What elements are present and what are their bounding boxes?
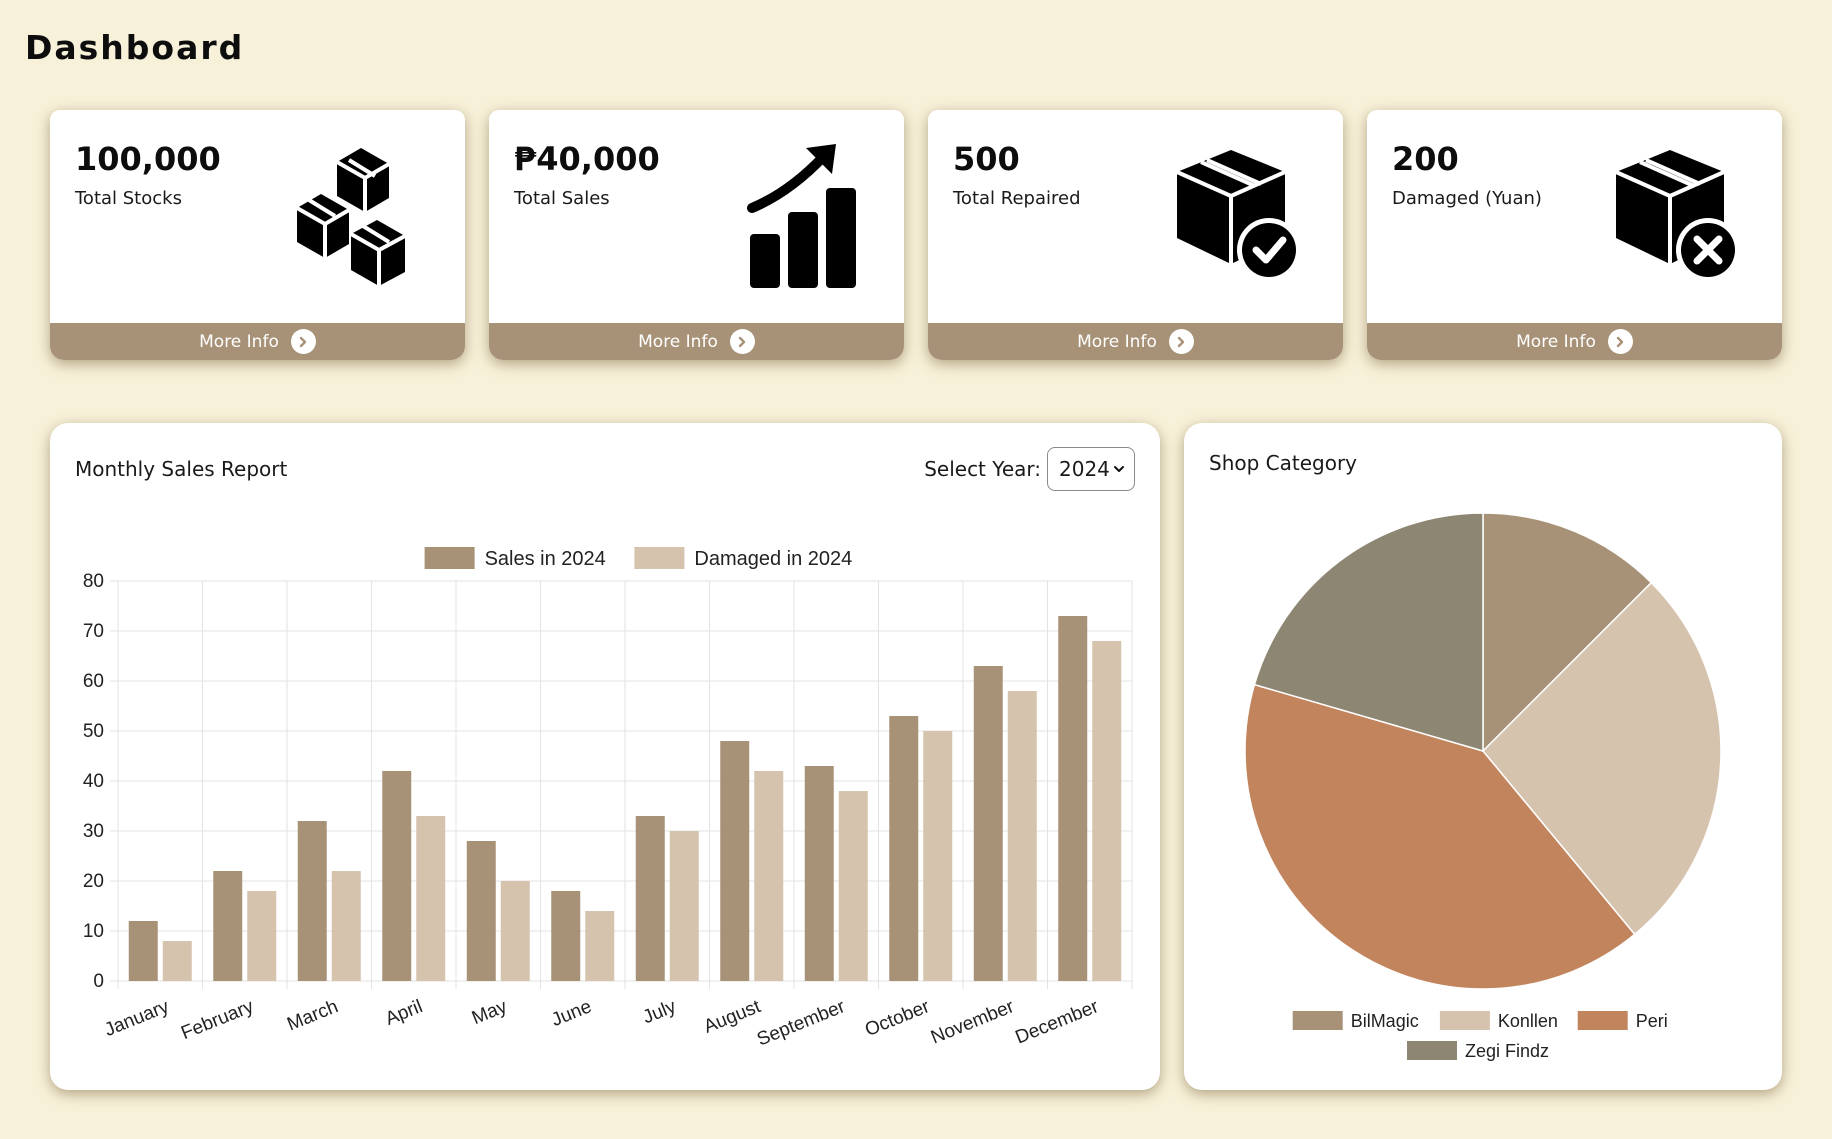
sales-bar[interactable] (973, 666, 1003, 981)
x-tick-label: February (178, 996, 257, 1044)
damaged-bar[interactable] (1007, 691, 1037, 981)
more-info-button[interactable]: More Info (489, 323, 904, 360)
damaged-bar[interactable] (416, 816, 446, 981)
sales-bar[interactable] (466, 841, 496, 981)
card-value: 100,000 (75, 140, 221, 178)
legend-label: Peri (1636, 1011, 1668, 1031)
select-year-label: Select Year: (924, 457, 1041, 481)
total-stocks-card: 100,000 Total Stocks More Info (50, 110, 465, 360)
total-sales-card: ₱40,000 Total Sales More Info (489, 110, 904, 360)
selected-year: 2024 (1059, 457, 1110, 481)
card-value: 200 (1392, 140, 1459, 178)
x-tick-label: December (1012, 996, 1102, 1049)
chevron-right-icon (1168, 329, 1194, 354)
pie-legend: BilMagic Konllen Peri Zegi Findz (1292, 1011, 1668, 1061)
sales-bar[interactable] (213, 871, 243, 981)
sales-bar[interactable] (720, 741, 750, 981)
sales-bar[interactable] (889, 716, 919, 981)
x-tick-label: March (284, 996, 341, 1035)
damaged-bar[interactable] (162, 941, 192, 981)
x-tick-label: September (754, 996, 849, 1051)
more-info-label: More Info (638, 331, 718, 352)
damaged-bar[interactable] (838, 791, 868, 981)
shop-category-panel: BilMagic Konllen Peri Zegi Findz Shop Categ… (1184, 423, 1782, 1090)
page-title: Dashboard (25, 28, 245, 67)
damaged-bar[interactable] (247, 891, 277, 981)
monthly-sales-chart: 0 10 20 30 40 50 60 70 80 January February March Apr… (83, 547, 1133, 1051)
damaged-card: 200 Damaged (Yuan) More Info (1367, 110, 1782, 360)
y-tick-label: 40 (83, 771, 104, 792)
chevron-right-icon (1607, 329, 1633, 354)
damaged-bar[interactable] (669, 831, 699, 981)
x-tick-label: January (102, 996, 173, 1041)
damaged-bar[interactable] (500, 881, 530, 981)
legend-swatch[interactable] (634, 547, 685, 569)
sales-report-title: Monthly Sales Report (75, 457, 288, 481)
summary-cards: 100,000 Total Stocks More Info ₱40,000 T… (50, 110, 1782, 360)
legend-label: BilMagic (1351, 1011, 1419, 1031)
y-tick-label: 70 (83, 621, 104, 642)
x-tick-label: April (383, 996, 426, 1030)
y-tick-label: 10 (83, 921, 104, 942)
y-tick-label: 30 (83, 821, 104, 842)
card-value: ₱40,000 (514, 140, 660, 178)
y-tick-label: 20 (83, 871, 104, 892)
damaged-bar[interactable] (1092, 641, 1122, 981)
x-tick-label: June (549, 996, 595, 1031)
more-info-button[interactable]: More Info (50, 323, 465, 360)
sales-bar[interactable] (382, 771, 412, 981)
more-info-button[interactable]: More Info (928, 323, 1343, 360)
damaged-bar[interactable] (585, 911, 615, 981)
y-tick-label: 0 (93, 971, 104, 992)
legend-swatch[interactable] (1577, 1011, 1628, 1030)
legend-swatch[interactable] (424, 547, 475, 569)
damaged-bar[interactable] (923, 731, 953, 981)
chart-legend: Sales in 2024 Damaged in 2024 (424, 547, 852, 570)
chevron-right-icon (290, 329, 316, 354)
y-tick-label: 80 (83, 571, 104, 592)
x-tick-label: July (640, 996, 680, 1028)
more-info-button[interactable]: More Info (1367, 323, 1782, 360)
box-check-icon (1176, 150, 1301, 282)
chevron-down-icon (1114, 466, 1124, 472)
x-tick-label: May (469, 996, 511, 1029)
chevron-right-icon (729, 329, 755, 354)
card-label: Total Repaired (953, 188, 1081, 209)
damaged-bar[interactable] (754, 771, 784, 981)
sales-bar[interactable] (128, 921, 158, 981)
sales-bar[interactable] (297, 821, 327, 981)
sales-bar[interactable] (551, 891, 581, 981)
card-label: Damaged (Yuan) (1392, 188, 1542, 209)
monthly-sales-panel: 0 10 20 30 40 50 60 70 80 January February March Apr… (50, 423, 1160, 1090)
more-info-label: More Info (1516, 331, 1596, 352)
year-selector: Select Year: 2024 (924, 447, 1135, 491)
x-tick-label: October (862, 996, 933, 1041)
box-x-icon (1615, 150, 1740, 282)
legend-label: Damaged in 2024 (694, 548, 852, 570)
shop-category-title: Shop Category (1209, 451, 1358, 475)
damaged-bar[interactable] (331, 871, 361, 981)
boxes-icon (296, 148, 406, 286)
y-tick-label: 50 (83, 721, 104, 742)
card-label: Total Sales (514, 188, 610, 209)
legend-swatch[interactable] (1439, 1011, 1490, 1030)
sales-bar[interactable] (635, 816, 665, 981)
shop-category-chart: BilMagic Konllen Peri Zegi Findz (1244, 512, 1722, 1061)
x-tick-label: November (928, 996, 1018, 1049)
legend-swatch[interactable] (1407, 1041, 1457, 1060)
sales-bar[interactable] (1058, 616, 1088, 981)
legend-label: Zegi Findz (1465, 1041, 1549, 1061)
more-info-label: More Info (1077, 331, 1157, 352)
y-tick-label: 60 (83, 671, 104, 692)
legend-label: Sales in 2024 (485, 548, 606, 570)
legend-swatch[interactable] (1292, 1011, 1343, 1030)
legend-label: Konllen (1498, 1011, 1558, 1031)
year-select[interactable]: 2024 (1047, 447, 1135, 491)
card-label: Total Stocks (75, 188, 182, 209)
more-info-label: More Info (199, 331, 279, 352)
sales-bar[interactable] (804, 766, 834, 981)
card-value: 500 (953, 140, 1020, 178)
growth-chart-icon (747, 144, 856, 288)
total-repaired-card: 500 Total Repaired More Info (928, 110, 1343, 360)
